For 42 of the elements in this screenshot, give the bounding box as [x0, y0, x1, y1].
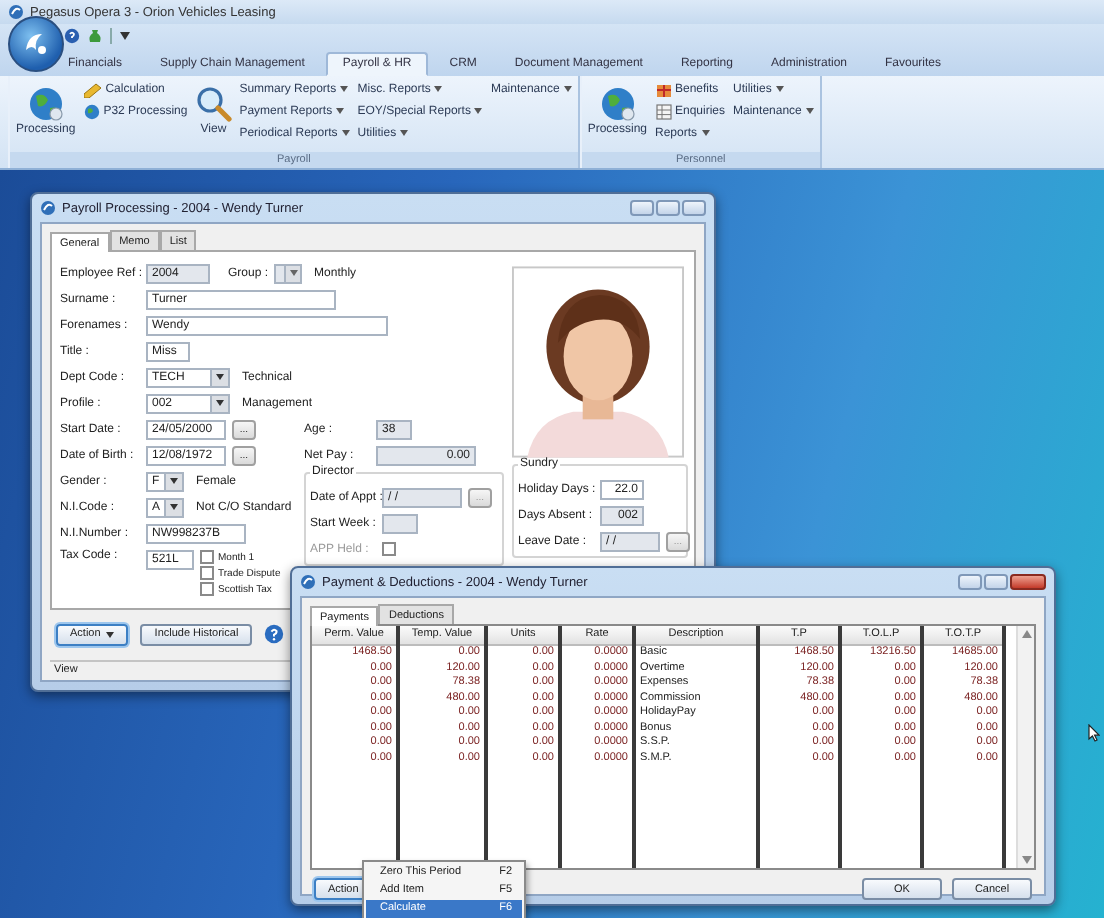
caret-icon	[289, 270, 298, 276]
table-icon	[655, 103, 671, 119]
minimize-button[interactable]	[630, 200, 654, 216]
caret-icon	[170, 504, 178, 510]
dropdown[interactable]	[274, 263, 303, 283]
globe-icon	[599, 86, 636, 122]
caret-icon	[170, 478, 178, 484]
gift-icon	[655, 81, 671, 97]
caret-icon	[216, 400, 224, 406]
pencil-icon	[83, 81, 102, 97]
caret-icon	[805, 108, 814, 114]
caret-icon	[701, 130, 710, 136]
caret-icon	[434, 86, 443, 92]
caret-icon	[775, 86, 784, 92]
app-icon	[8, 4, 24, 20]
text-field[interactable]	[382, 513, 418, 533]
help-icon[interactable]	[264, 624, 285, 644]
close-button[interactable]	[1010, 574, 1046, 590]
app-icon	[300, 574, 316, 590]
cursor-icon	[1088, 724, 1100, 742]
minimize-button[interactable]	[958, 574, 982, 590]
caret-icon	[340, 86, 349, 92]
caret-icon[interactable]	[120, 32, 130, 40]
caret-icon	[400, 130, 409, 136]
arrow-down-icon[interactable]	[1021, 856, 1031, 864]
app-icon	[40, 200, 56, 216]
close-button[interactable]	[682, 200, 706, 216]
help-icon[interactable]	[64, 28, 80, 44]
magnifier-icon	[195, 86, 232, 122]
caret-icon	[216, 374, 224, 380]
globe-icon	[83, 103, 100, 119]
maximize-button[interactable]	[984, 574, 1008, 590]
globe-icon	[27, 86, 64, 122]
maximize-button[interactable]	[656, 200, 680, 216]
caret-icon	[106, 631, 115, 637]
caret-icon	[336, 108, 345, 114]
arrow-up-icon[interactable]	[1021, 630, 1031, 638]
caret-icon	[563, 86, 572, 92]
caret-icon	[474, 108, 483, 114]
bag-icon[interactable]	[88, 28, 102, 44]
scrollbar[interactable]	[1016, 626, 1034, 868]
caret-icon	[341, 130, 350, 136]
